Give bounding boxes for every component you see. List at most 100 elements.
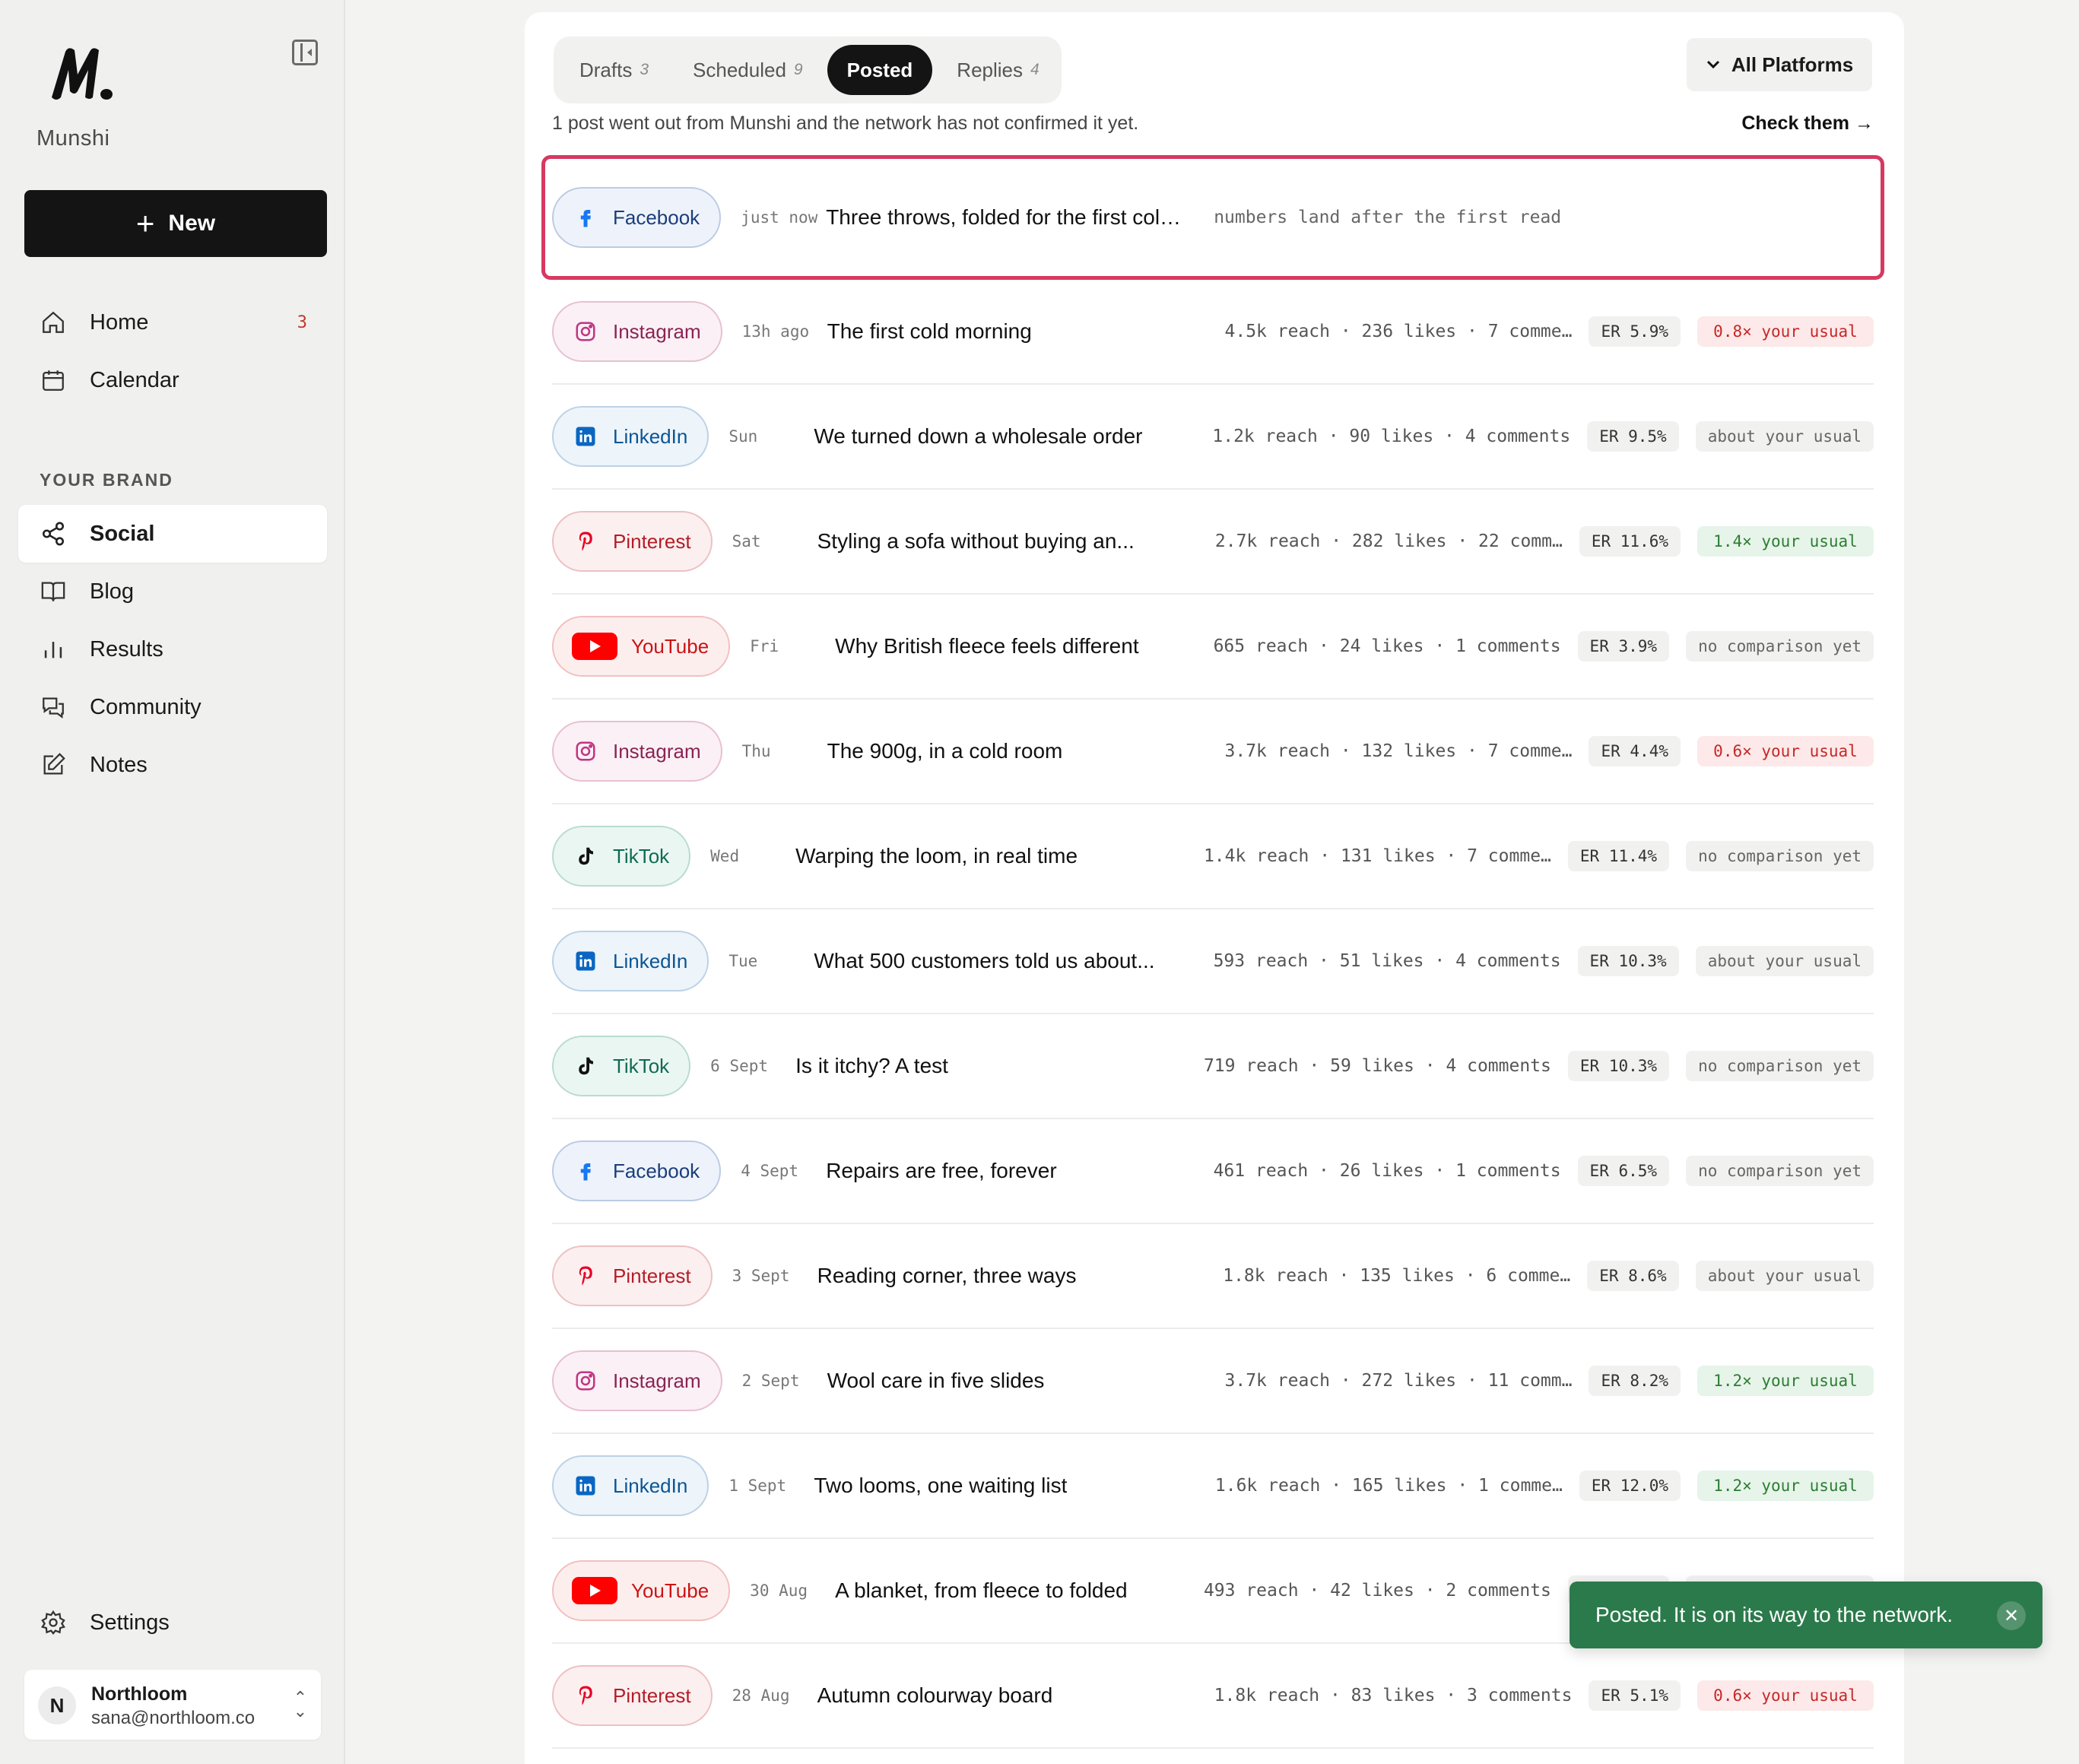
post-time: Sun	[728, 427, 758, 446]
post-title[interactable]: The 900g, in a cold room	[827, 739, 1063, 763]
tab-count: 4	[1030, 61, 1040, 78]
engagement-rate-badge: ER 8.6%	[1587, 1261, 1679, 1291]
sidebar-item-settings[interactable]: Settings	[18, 1594, 327, 1651]
post-row[interactable]: LinkedIn 1 Sept Two looms, one waiting lis…	[552, 1434, 1874, 1539]
close-icon[interactable]: ✕	[1997, 1601, 2026, 1630]
post-time: just now	[741, 208, 818, 227]
post-row[interactable]: TikTok 6 Sept Is it itchy? A test 719 reach…	[552, 1014, 1874, 1119]
sidebar-item-label: Notes	[90, 752, 148, 777]
linkedin-icon	[572, 423, 599, 450]
sidebar-item-calendar[interactable]: Calendar	[18, 351, 327, 409]
instagram-platform-chip[interactable]: Instagram	[552, 721, 722, 782]
platform-label: Pinterest	[613, 1264, 691, 1287]
pinterest-platform-chip[interactable]: Pinterest	[552, 1245, 713, 1306]
post-row[interactable]: Instagram Thu The 900g, in a cold room 3.7k…	[552, 700, 1874, 804]
post-stats: 3.7k reach · 272 likes · 11 comm…	[1224, 1371, 1573, 1391]
linkedin-platform-chip[interactable]: LinkedIn	[552, 931, 709, 991]
post-row[interactable]: Pinterest 3 Sept Reading corner, three way…	[552, 1224, 1874, 1329]
facebook-platform-chip[interactable]: Facebook	[552, 1141, 722, 1201]
platform-label: YouTube	[631, 1578, 709, 1602]
check-them-link[interactable]: Check them →	[1741, 113, 1874, 135]
usual-comparison-badge: about your usual	[1695, 1261, 1874, 1291]
tab-count: 3	[640, 61, 649, 78]
post-time: Sat	[732, 532, 761, 550]
tab-drafts[interactable]: Drafts 3	[560, 45, 668, 95]
post-title[interactable]: Wool care in five slides	[827, 1369, 1045, 1393]
usual-comparison-badge: 0.6× your usual	[1697, 1680, 1874, 1711]
linkedin-icon	[572, 1472, 599, 1499]
platform-filter-dropdown[interactable]: All Platforms	[1687, 38, 1872, 91]
youtube-platform-chip[interactable]: YouTube	[552, 1560, 731, 1621]
account-switcher[interactable]: N Northloom sana@northloom.co ⌃ ⌄	[24, 1670, 321, 1740]
platform-label: Pinterest	[613, 1683, 691, 1707]
post-title[interactable]: Repairs are free, forever	[826, 1159, 1056, 1183]
instagram-platform-chip[interactable]: Instagram	[552, 1350, 722, 1411]
post-title[interactable]: We turned down a wholesale order	[814, 424, 1142, 449]
usual-comparison-badge: no comparison yet	[1686, 841, 1874, 871]
post-stats: 1.2k reach · 90 likes · 4 comments	[1212, 427, 1571, 446]
tab-label: Scheduled	[693, 58, 786, 81]
facebook-platform-chip[interactable]: Facebook	[552, 187, 722, 248]
instagram-platform-chip[interactable]: Instagram	[552, 301, 722, 362]
post-row[interactable]: Instagram 2 Sept Wool care in five slides 3…	[552, 1329, 1874, 1434]
munshi-logo[interactable]	[47, 44, 116, 102]
sidebar-item-notes[interactable]: Notes	[18, 736, 327, 794]
youtube-icon	[572, 633, 617, 660]
youtube-platform-chip[interactable]: YouTube	[552, 616, 731, 677]
tiktok-platform-chip[interactable]: TikTok	[552, 826, 691, 887]
collapse-sidebar-icon[interactable]	[292, 40, 318, 65]
post-title[interactable]: Reading corner, three ways	[817, 1264, 1077, 1288]
post-row[interactable]: Pinterest 28 Aug Autumn colourway board 1.8…	[552, 1644, 1874, 1749]
gear-icon	[40, 1609, 67, 1636]
linkedin-platform-chip[interactable]: LinkedIn	[552, 1455, 709, 1516]
new-button[interactable]: + New	[24, 190, 327, 257]
post-title[interactable]: Autumn colourway board	[817, 1683, 1053, 1708]
pinterest-platform-chip[interactable]: Pinterest	[552, 1665, 713, 1726]
post-title[interactable]: Styling a sofa without buying an...	[817, 529, 1135, 554]
tab-scheduled[interactable]: Scheduled 9	[673, 45, 823, 95]
post-title[interactable]: Is it itchy? A test	[795, 1054, 948, 1078]
post-row[interactable]: YouTube Fri Why British fleece feels diffe…	[552, 595, 1874, 700]
sidebar-item-community[interactable]: Community	[18, 678, 327, 736]
sidebar-item-results[interactable]: Results	[18, 620, 327, 678]
usual-comparison-badge: no comparison yet	[1686, 1156, 1874, 1186]
post-row[interactable]: Pinterest Sat Styling a sofa without buyin…	[552, 490, 1874, 595]
pinterest-icon	[572, 1262, 599, 1290]
post-row[interactable]: LinkedIn Tue What 500 customers told us ab…	[552, 909, 1874, 1014]
pinterest-platform-chip[interactable]: Pinterest	[552, 511, 713, 572]
post-title[interactable]: Why British fleece feels different	[835, 634, 1138, 658]
post-time: 3 Sept	[732, 1267, 790, 1285]
tab-replies[interactable]: Replies 4	[937, 45, 1059, 95]
post-title[interactable]: What 500 customers told us about...	[814, 949, 1154, 973]
sidebar-item-home[interactable]: Home 3	[18, 293, 327, 351]
sidebar: Munshi + New Home 3 Calendar YOUR BRAND	[0, 0, 345, 1764]
post-time: 2 Sept	[741, 1372, 800, 1390]
tiktok-platform-chip[interactable]: TikTok	[552, 1036, 691, 1096]
instagram-icon	[572, 738, 599, 765]
post-title[interactable]: Two looms, one waiting list	[814, 1474, 1067, 1498]
tab-posted[interactable]: Posted	[827, 45, 933, 95]
sidebar-item-blog[interactable]: Blog	[18, 563, 327, 620]
engagement-rate-badge: ER 9.5%	[1587, 421, 1679, 452]
usual-comparison-badge: about your usual	[1695, 421, 1874, 452]
post-row[interactable]: TikTok Wed Warping the loom, in real time 1…	[552, 804, 1874, 909]
post-title[interactable]: Three throws, folded for the first cold …	[826, 205, 1183, 230]
usual-comparison-badge: no comparison yet	[1686, 1051, 1874, 1081]
post-row[interactable]: Facebook 4 Sept Repairs are free, forever 4…	[552, 1119, 1874, 1224]
post-title[interactable]: Warping the loom, in real time	[795, 844, 1078, 868]
calendar-icon	[40, 366, 67, 394]
usual-comparison-badge: 1.2× your usual	[1697, 1471, 1874, 1501]
sidebar-item-social[interactable]: Social	[18, 505, 327, 563]
tab-label: Posted	[846, 58, 913, 81]
post-title[interactable]: A blanket, from fleece to folded	[835, 1578, 1127, 1603]
post-row-pending[interactable]: Facebook just now Three throws, folded for…	[541, 155, 1884, 280]
post-time: 6 Sept	[710, 1057, 769, 1075]
linkedin-platform-chip[interactable]: LinkedIn	[552, 406, 709, 467]
post-row[interactable]: LinkedIn Sun We turned down a wholesale or…	[552, 385, 1874, 490]
usual-comparison-badge: 1.2× your usual	[1697, 1366, 1874, 1396]
home-count-badge: 3	[297, 313, 307, 332]
post-row[interactable]: Instagram 13h ago The first cold morning 4.…	[552, 280, 1874, 385]
post-title[interactable]: The first cold morning	[827, 319, 1032, 344]
platform-label: Pinterest	[613, 529, 691, 553]
post-time: 30 Aug	[750, 1582, 808, 1600]
